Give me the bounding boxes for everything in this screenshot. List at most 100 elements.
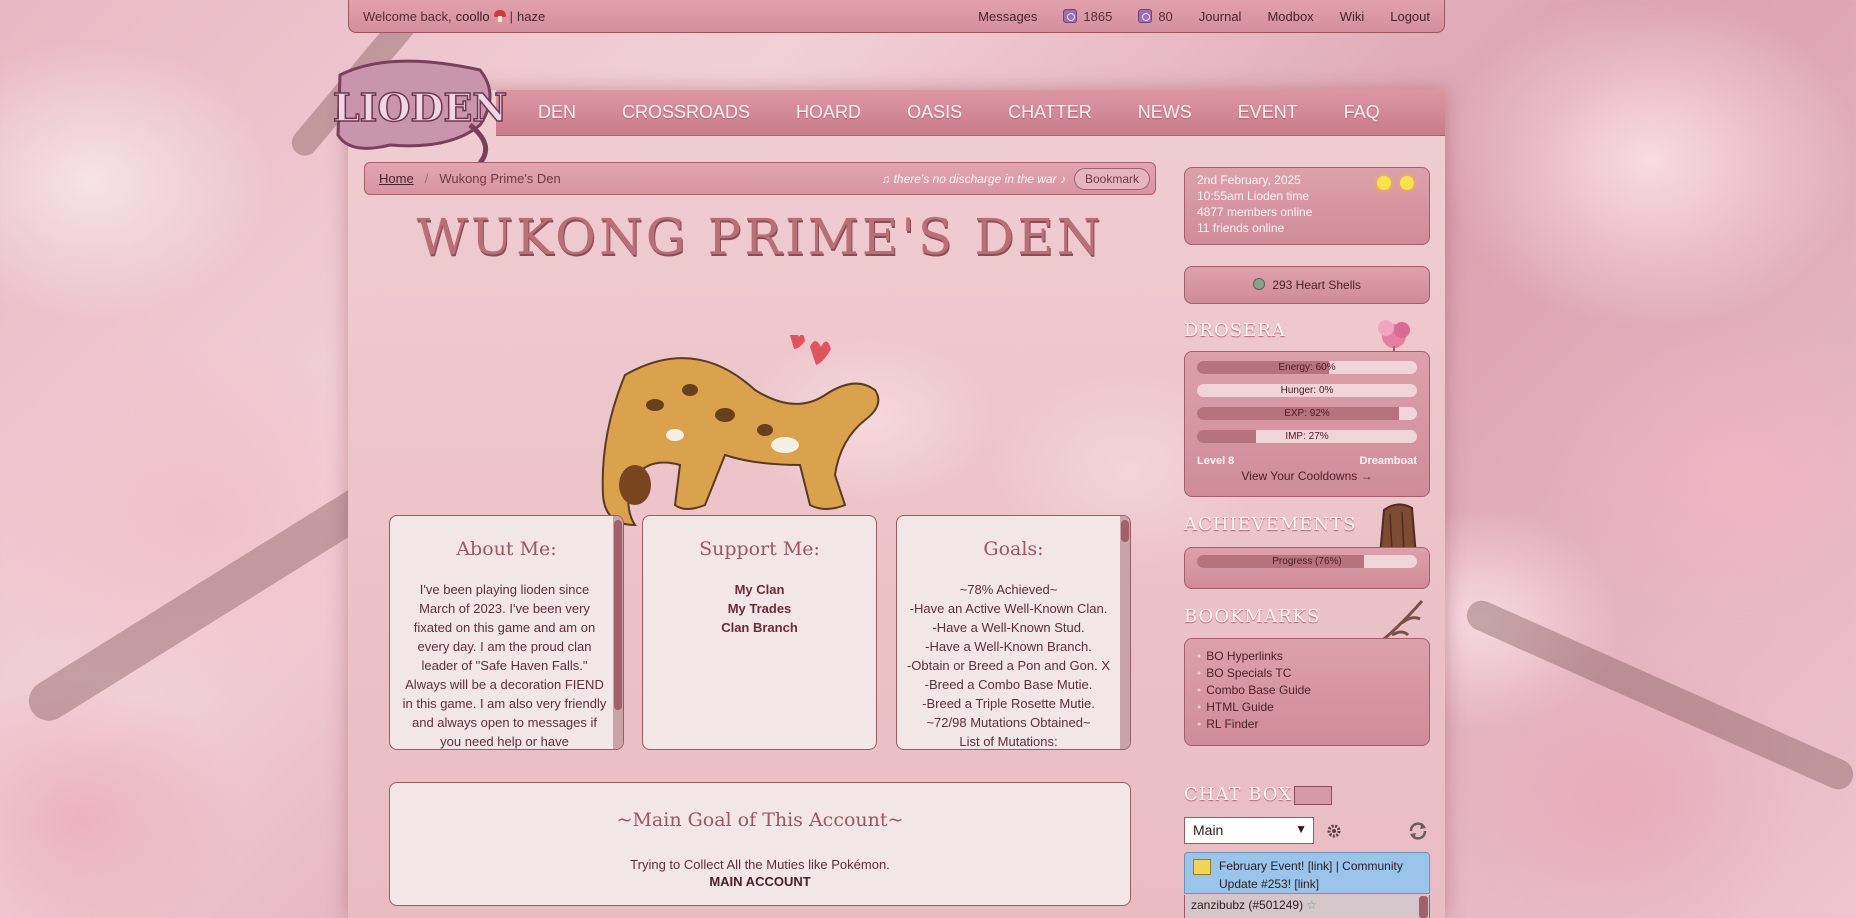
background-branch — [1462, 595, 1856, 795]
bookmark-item[interactable]: Combo Base Guide — [1197, 682, 1417, 699]
gear-icon[interactable] — [1326, 823, 1342, 839]
achievements-label: Progress (76%) — [1272, 556, 1342, 567]
chat-channel-value: Main — [1193, 822, 1224, 838]
heart-shells-box[interactable]: 293 Heart Shells — [1184, 266, 1430, 304]
exp-bar: EXP: 92% — [1197, 407, 1417, 420]
nav-faq[interactable]: FAQ — [1344, 102, 1380, 123]
chat-channel-select[interactable]: Main ▼ — [1184, 817, 1314, 844]
bookmarks-list: BO Hyperlinks BO Specials TC Combo Base … — [1197, 648, 1417, 733]
nav-news[interactable]: NEWS — [1138, 102, 1192, 123]
gem-amount: 80 — [1158, 8, 1173, 24]
messages-link[interactable]: Messages — [978, 9, 1037, 24]
imp-label: IMP: 27% — [1285, 431, 1329, 442]
lion-cub-image — [601, 335, 880, 527]
bookmark-button[interactable]: Bookmark — [1073, 167, 1150, 190]
nav-oasis[interactable]: OASIS — [907, 102, 962, 123]
nav-den[interactable]: DEN — [538, 102, 576, 123]
my-trades-link[interactable]: My Trades — [653, 599, 866, 618]
user-separator: | — [509, 8, 513, 24]
goal-line: -Have a Well-Known Stud. — [932, 620, 1085, 635]
friends-online[interactable]: 11 friends online — [1197, 220, 1417, 236]
logout-link[interactable]: Logout — [1390, 9, 1430, 24]
support-me-title: Support Me: — [699, 538, 820, 560]
gold-currency-icon — [1063, 9, 1078, 23]
exp-label: EXP: 92% — [1284, 408, 1330, 419]
bookmark-item[interactable]: RL Finder — [1197, 716, 1417, 733]
achievements-title[interactable]: ACHIEVEMENTS — [1184, 514, 1357, 535]
main-goal-title: ~Main Goal of This Account~ — [616, 809, 904, 831]
members-online[interactable]: 4877 members online — [1197, 204, 1417, 220]
top-bar: Welcome back, coollo | haze Messages 186… — [348, 0, 1445, 33]
modbox-link[interactable]: Modbox — [1267, 9, 1313, 24]
goal-line: ~78% Achieved~ — [959, 582, 1058, 597]
lion-name[interactable]: DROSERA — [1184, 320, 1286, 341]
goal-line: -Obtain or Breed a Pon and Gon. X — [906, 658, 1111, 673]
about-me-scrollbar[interactable] — [613, 516, 623, 749]
gold-currency[interactable]: 1865 — [1063, 9, 1112, 24]
chat-color-swatch[interactable] — [1294, 786, 1332, 805]
chat-scrollbar[interactable] — [1419, 896, 1428, 918]
cooldowns-link[interactable]: View Your Cooldowns → — [1185, 469, 1429, 483]
about-me-title: About Me: — [456, 538, 557, 560]
about-me-text: I've been playing lioden since March of … — [402, 582, 607, 749]
star-icon: ☆ — [1306, 898, 1318, 912]
clan-branch-link[interactable]: Clan Branch — [653, 618, 866, 637]
about-me-panel: About Me: I've been playing lioden since… — [389, 515, 624, 750]
welcome-area: Welcome back, coollo | haze — [363, 9, 545, 24]
top-links: Messages 1865 80 Journal Modbox Wiki Log… — [978, 9, 1430, 24]
chevron-down-icon: ▼ — [1295, 822, 1307, 836]
goals-panel: Goals: ~78% Achieved~ -Have an Active We… — [896, 515, 1131, 750]
gem-currency[interactable]: 80 — [1138, 8, 1173, 24]
chat-message: zanzibubz (#501249) ☆ — [1184, 895, 1430, 918]
breadcrumb-home[interactable]: Home — [379, 171, 414, 186]
sun-icon — [1377, 176, 1391, 190]
energy-bar: Energy: 60% — [1197, 361, 1417, 374]
sun-icon — [1400, 176, 1414, 190]
chat-username[interactable]: zanzibubz (#501249) — [1191, 898, 1303, 912]
nav-crossroads[interactable]: CROSSROADS — [622, 102, 750, 123]
lion-rank: Dreamboat — [1359, 455, 1417, 467]
main-account-label: MAIN ACCOUNT — [709, 874, 811, 889]
journal-link[interactable]: Journal — [1199, 9, 1242, 24]
breadcrumb-separator: / — [424, 171, 429, 186]
chat-announcement-text: February Event! [link] | Community Updat… — [1219, 859, 1403, 891]
goal-line: List of Mutations: — [959, 734, 1058, 749]
bookmark-item[interactable]: HTML Guide — [1197, 699, 1417, 716]
secondary-user-link[interactable]: haze — [517, 9, 545, 24]
wiki-link[interactable]: Wiki — [1340, 9, 1365, 24]
lion-level: Level 8 — [1197, 455, 1235, 467]
hunger-label: Hunger: 0% — [1280, 385, 1334, 396]
goals-scrollbar[interactable] — [1120, 516, 1130, 749]
refresh-icon[interactable] — [1407, 821, 1429, 841]
imp-bar: IMP: 27% — [1197, 430, 1417, 443]
chat-announcement[interactable]: February Event! [link] | Community Updat… — [1184, 852, 1430, 894]
goal-line: ~72/98 Mutations Obtained~ — [926, 715, 1091, 730]
goal-line: -Breed a Combo Base Mutie. — [924, 677, 1093, 692]
nav-hoard[interactable]: HOARD — [796, 102, 861, 123]
support-me-panel: Support Me: My Clan My Trades Clan Branc… — [642, 515, 877, 750]
goal-line: -Have a Well-Known Branch. — [925, 639, 1092, 654]
announcement-icon — [1193, 859, 1211, 875]
gold-amount: 1865 — [1083, 8, 1113, 24]
welcome-text: Welcome back, — [363, 8, 452, 24]
lioden-logo[interactable]: LIODEN — [330, 55, 510, 165]
achievements-progress-bar[interactable]: Progress (76%) — [1197, 555, 1417, 568]
background-branch — [21, 471, 399, 729]
goals-title: Goals: — [983, 538, 1044, 560]
nav-event[interactable]: EVENT — [1238, 102, 1298, 123]
my-clan-link[interactable]: My Clan — [653, 580, 866, 599]
chat-box-title: CHAT BOX — [1184, 784, 1293, 805]
bookmark-item[interactable]: BO Hyperlinks — [1197, 648, 1417, 665]
heart-shell-icon — [1252, 278, 1265, 290]
lion-stats-box: Energy: 60% Hunger: 0% EXP: 92% IMP: 27%… — [1184, 351, 1430, 497]
breadcrumb: Home / Wukong Prime's Den ♫ there's no d… — [364, 162, 1156, 195]
username-link[interactable]: coollo — [456, 9, 490, 24]
heart-shells-count: 293 Heart Shells — [1272, 278, 1362, 292]
nav-chatter[interactable]: CHATTER — [1008, 102, 1092, 123]
bookmarks-box: BO Hyperlinks BO Specials TC Combo Base … — [1184, 638, 1430, 746]
bookmark-item[interactable]: BO Specials TC — [1197, 665, 1417, 682]
server-info-box: 2nd February, 2025 10:55am Lioden time 4… — [1184, 167, 1430, 245]
support-links: My Clan My Trades Clan Branch — [643, 580, 876, 637]
goal-line: -Have an Active Well-Known Clan. — [909, 601, 1108, 616]
page-title: WUKONG PRIME'S DEN — [416, 208, 1104, 266]
